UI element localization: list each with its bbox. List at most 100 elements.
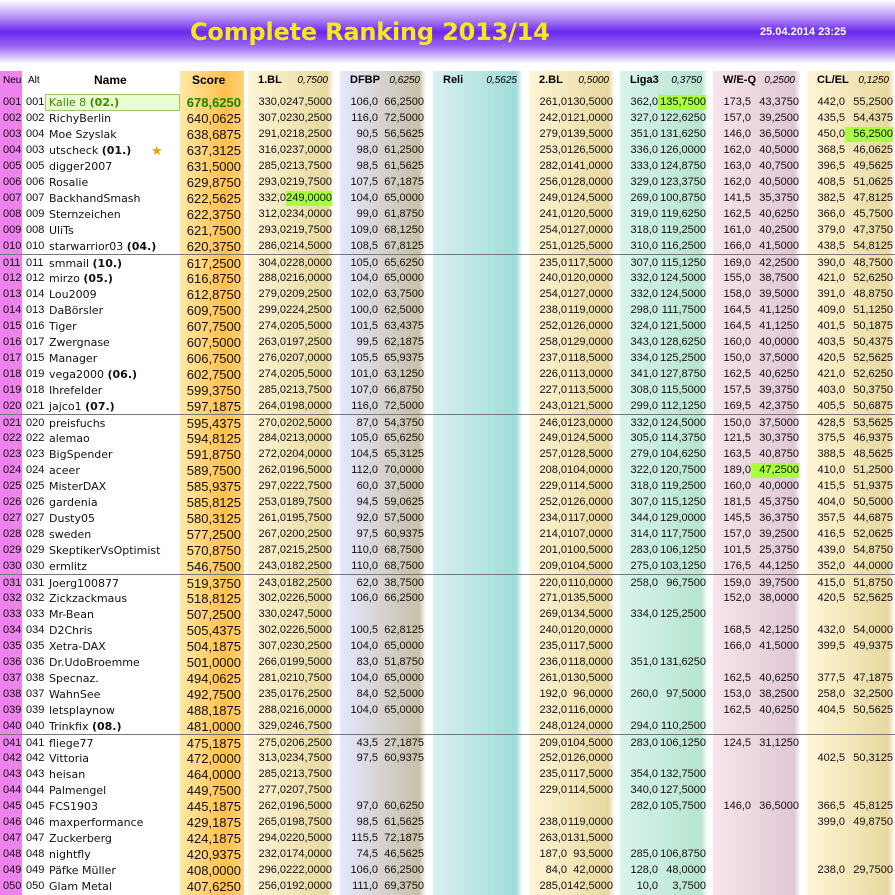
weighted-points-cell: 124,0000 [567,720,613,732]
points-cell: 329,0 [258,720,286,732]
weighted-points-cell: 65,0000 [384,704,424,716]
points-cell: 283,0 [630,544,658,556]
table-row[interactable]: 004 003 utscheck (01.) ★ 637,3125 316,0 237,00… [0,142,895,158]
table-row[interactable]: 038 037 WahnSee 492,7500 235,0 176,2500 84,0 52… [0,686,895,702]
table-row[interactable]: 019 018 Ihrefelder 599,3750 285,0 213,7500 107… [0,382,895,398]
table-row[interactable]: 035 035 Xetra-DAX 504,1875 307,0 230,2500 104,… [0,638,895,654]
table-row[interactable]: 024 024 aceer 589,7500 262,0 196,5000 112,0 70,… [0,462,895,478]
table-row[interactable]: 020 021 jajco1 (07.) 597,1875 264,0 198,0000 1… [0,398,895,414]
table-row[interactable]: 006 006 Rosalie 629,8750 293,0 219,7500 107,5 6… [0,174,895,190]
table-row[interactable]: 032 032 Zickzackmaus 518,8125 302,0 226,5000 1… [0,590,895,606]
weighted-points-cell: 49,9375 [853,640,893,652]
total-score: 629,8750 [186,175,241,190]
weighted-points-cell: 139,5000 [567,128,613,140]
total-score: 577,2500 [186,527,241,542]
weighted-points-cell: 207,7500 [286,784,332,796]
table-row[interactable]: 027 027 Dusty05 580,3125 261,0 195,7500 92,0 57… [0,510,895,526]
table-row[interactable]: 026 026 gardenia 585,8125 253,0 189,7500 94,5 5… [0,494,895,510]
table-row[interactable]: 021 020 preisfuchs 595,4375 270,0 202,5000 87,… [0,414,895,431]
points-cell: 232,0 [258,848,286,860]
table-row[interactable]: 007 007 BackhandSmash 622,5625 332,0 249,0000… [0,190,895,206]
points-cell: 208,0 [539,464,567,476]
weighted-points-cell: 111,7500 [661,304,706,316]
table-row[interactable]: 025 025 MisterDAX 585,9375 297,0 222,7500 60,0… [0,478,895,494]
total-score: 449,7500 [186,783,241,798]
table-row[interactable]: 031 031 Joerg100877 519,3750 243,0 182,2500 62… [0,574,895,591]
table-row[interactable]: 043 043 heisan 464,0000 285,0 213,7500 235,0 11… [0,766,895,782]
table-row[interactable]: 037 038 Specnaz. 494,0625 281,0 210,7500 104,0… [0,670,895,686]
header-label-7: CL/EL [817,74,849,86]
weighted-points-cell: 43,3750 [759,96,799,108]
table-row[interactable]: 028 028 sweden 577,2500 267,0 200,2500 97,5 60,… [0,526,895,542]
table-row[interactable]: 008 009 Sternzeichen 622,3750 312,0 234,0000 9… [0,206,895,222]
weighted-points-cell: 104,5000 [567,560,613,572]
points-cell: 163,0 [723,160,751,172]
weighted-points-cell: 39,7500 [759,577,799,589]
weighted-points-cell: 51,9375 [853,480,893,492]
table-row[interactable]: 033 033 Mr-Bean 507,2500 330,0 247,5000 269,0 1… [0,606,895,622]
table-row[interactable]: 030 030 ermlitz 546,7500 243,0 182,2500 110,0 6… [0,558,895,574]
table-row[interactable]: 011 011 smmail (10.) 617,2500 304,0 228,0000 1… [0,254,895,271]
points-cell: 324,0 [630,320,658,332]
points-cell: 420,5 [817,592,845,604]
table-row[interactable]: 017 015 Manager 606,7500 276,0 207,0000 105,5 6… [0,350,895,366]
points-cell: 272,0 [258,448,286,460]
player-name-cell: vega2000 (06.) [49,367,137,382]
table-row[interactable]: 012 012 mirzo (05.) 616,8750 288,0 216,0000 10… [0,270,895,286]
weighted-points-cell: 100,8750 [660,192,706,204]
player-name: Moe Szyslak [49,128,117,141]
table-row[interactable]: 046 046 maxperformance 429,1875 265,0 198,750… [0,814,895,830]
weighted-points-cell: 45,3750 [759,496,799,508]
table-row[interactable]: 036 036 Dr.UdoBroemme 501,0000 266,0 199,5000… [0,654,895,670]
weighted-points-cell: 210,7500 [286,672,332,684]
table-row[interactable]: 049 049 Päfke Müller 408,0000 296,0 222,0000 1… [0,862,895,878]
table-row[interactable]: 050 050 Glam Metal 407,6250 256,0 192,0000 111… [0,878,895,894]
weighted-points-cell: 40,5000 [759,144,799,156]
weighted-points-cell: 38,0000 [759,592,799,604]
table-row[interactable]: 047 047 Zuckerberg 424,1875 294,0 220,5000 115… [0,830,895,846]
points-cell: 304,0 [258,257,286,269]
new-rank: 045 [3,800,22,812]
table-row[interactable]: 048 048 nightfly 420,9375 232,0 174,0000 74,5 4… [0,846,895,862]
table-row[interactable]: 010 010 starwarrior03 (04.) 620,3750 286,0 21… [0,238,895,254]
table-row[interactable]: 015 016 Tiger 607,7500 274,0 205,5000 101,5 63,… [0,318,895,334]
weighted-points-cell: 65,9375 [384,352,424,364]
points-cell: 258,0 [539,336,567,348]
old-rank: 031 [26,577,45,589]
player-name: preisfuchs [49,417,106,430]
points-cell: 271,0 [539,592,567,604]
table-row[interactable]: 022 022 alemao 594,8125 284,0 213,0000 105,0 65… [0,430,895,446]
points-cell: 264,0 [258,400,286,412]
weighted-points-cell: 182,2500 [286,577,332,589]
table-row[interactable]: 041 041 fliege77 475,1875 275,0 206,2500 43,5 2… [0,734,895,751]
old-rank: 014 [26,288,45,300]
weighted-points-cell: 213,0000 [286,432,332,444]
table-row[interactable]: 003 004 Moe Szyslak 638,6875 291,0 218,2500 90… [0,126,895,142]
table-row[interactable]: 045 045 FCS1903 445,1875 262,0 196,5000 97,0 60… [0,798,895,814]
table-row[interactable]: 040 040 Trinkfix (08.) 481,0000 329,0 246,750… [0,718,895,734]
table-row[interactable]: 044 044 Palmengel 449,7500 277,0 207,7500 229,… [0,782,895,798]
table-row[interactable]: 018 019 vega2000 (06.) 602,7500 274,0 205,500… [0,366,895,382]
weighted-points-cell: 117,5000 [567,768,613,780]
table-row[interactable]: 001 001 Kalle 8 (02.) 678,6250 330,0 247,5000… [0,94,895,111]
player-name: Tiger [49,320,77,333]
table-row[interactable]: 039 039 letsplaynow 488,1875 288,0 216,0000 10… [0,702,895,718]
table-row[interactable]: 013 014 Lou2009 612,8750 279,0 209,2500 102,0 6… [0,286,895,302]
player-name-cell: sweden [49,527,91,542]
weighted-points-cell: 66,8750 [384,384,424,396]
old-rank: 007 [26,192,45,204]
table-row[interactable]: 002 002 RichyBerlin 640,0625 307,0 230,2500 11… [0,110,895,126]
table-row[interactable]: 016 017 Zwergnase 607,5000 263,0 197,2500 99,5… [0,334,895,350]
table-row[interactable]: 005 005 digger2007 631,5000 285,0 213,7500 98,… [0,158,895,174]
table-row[interactable]: 034 034 D2Chris 505,4375 302,0 226,5000 100,5 6… [0,622,895,638]
total-score: 678,6250 [186,95,241,110]
table-row[interactable]: 014 013 DaBörsler 609,7500 299,0 224,2500 100,… [0,302,895,318]
weighted-points-cell: 48,8750 [853,288,893,300]
table-row[interactable]: 009 008 UliTs 621,7500 293,0 219,7500 109,0 68,… [0,222,895,238]
points-cell: 101,0 [350,368,378,380]
weighted-points-cell: 106,1250 [660,737,706,749]
points-cell: 319,0 [630,208,658,220]
table-row[interactable]: 029 029 SkeptikerVsOptimist 570,8750 287,0 21… [0,542,895,558]
table-row[interactable]: 023 023 BigSpender 591,8750 272,0 204,0000 104… [0,446,895,462]
table-row[interactable]: 042 042 Vittoria 472,0000 313,0 234,7500 97,5 6… [0,750,895,766]
